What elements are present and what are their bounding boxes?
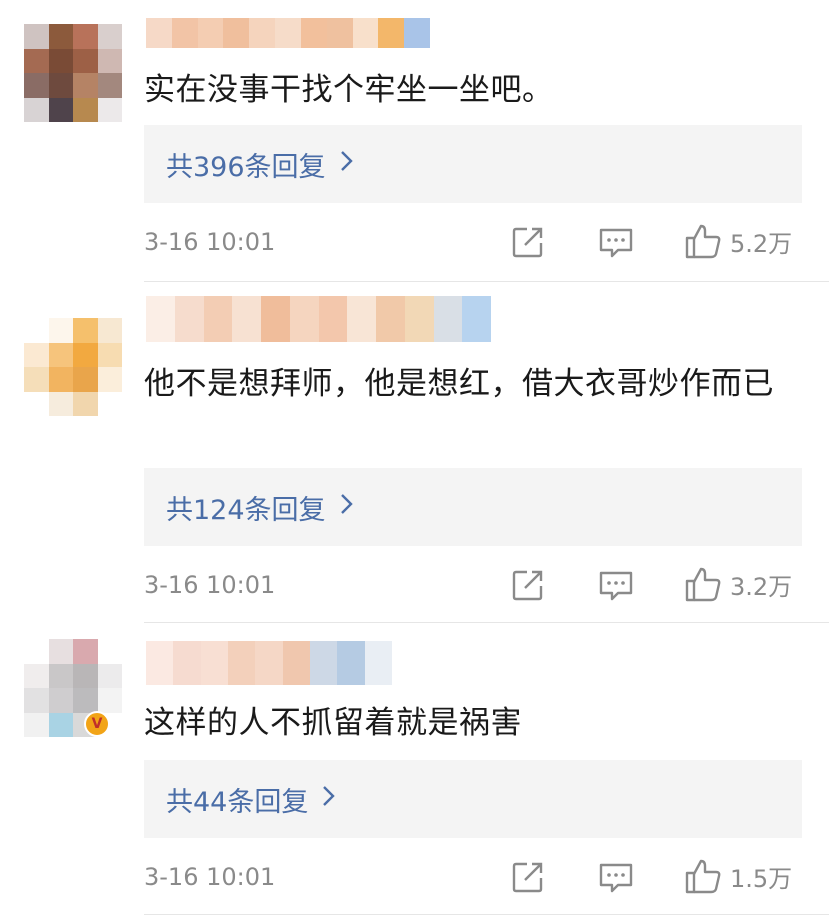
username-blurred[interactable]	[146, 18, 430, 48]
like-count: 5.2万	[730, 229, 793, 258]
thumbs-up-icon	[685, 859, 721, 894]
comment-item: 他不是想拜师，他是想红，借大衣哥炒作而已 共124条回复 3-16 10:01 …	[0, 282, 829, 622]
share-square-icon	[512, 570, 543, 601]
avatar[interactable]	[24, 318, 122, 416]
timestamp: 3-16 10:01	[144, 228, 276, 256]
like-button[interactable]: 3.2万	[684, 565, 792, 603]
comment-button[interactable]	[598, 569, 634, 603]
vip-verified-icon: V	[84, 711, 110, 737]
comment-text: 他不是想拜师，他是想红，借大衣哥炒作而已	[144, 366, 774, 402]
view-replies-button[interactable]: 共44条回复	[144, 760, 802, 838]
username-blurred[interactable]	[146, 296, 491, 342]
timestamp: 3-16 10:01	[144, 863, 276, 891]
reply-count-label: 共396条回复	[166, 151, 326, 183]
like-count: 1.5万	[730, 864, 793, 893]
chevron-right-icon	[340, 492, 354, 522]
repost-button[interactable]	[511, 568, 545, 602]
comment-bubble-icon	[599, 863, 633, 893]
like-count: 3.2万	[730, 572, 793, 601]
comment-text: 这样的人不抓留着就是祸害	[144, 705, 522, 741]
avatar[interactable]	[24, 24, 122, 122]
comment-bubble-icon	[599, 571, 633, 601]
comment-text: 实在没事干找个牢坐一坐吧。	[144, 72, 554, 108]
divider	[144, 914, 829, 915]
thumbs-up-icon	[685, 567, 721, 602]
reply-count-label: 共124条回复	[166, 494, 326, 526]
timestamp: 3-16 10:01	[144, 571, 276, 599]
comment-item: V 这样的人不抓留着就是祸害 共44条回复 3-16 10:01 1.5万	[0, 623, 829, 917]
view-replies-button[interactable]: 共124条回复	[144, 468, 802, 546]
comment-button[interactable]	[598, 861, 634, 895]
thumbs-up-icon	[685, 224, 721, 259]
view-replies-button[interactable]: 共396条回复	[144, 125, 802, 203]
chevron-right-icon	[340, 149, 354, 179]
reply-count-label: 共44条回复	[166, 786, 309, 818]
repost-button[interactable]	[511, 860, 545, 894]
like-button[interactable]: 1.5万	[684, 857, 792, 895]
comment-item: 实在没事干找个牢坐一坐吧。 共396条回复 3-16 10:01 5.2万	[0, 0, 829, 280]
share-square-icon	[512, 227, 543, 258]
share-square-icon	[512, 862, 543, 893]
username-blurred[interactable]	[146, 641, 392, 685]
chevron-right-icon	[322, 784, 336, 814]
comment-button[interactable]	[598, 226, 634, 260]
repost-button[interactable]	[511, 225, 545, 259]
like-button[interactable]: 5.2万	[684, 222, 792, 260]
comment-bubble-icon	[599, 228, 633, 258]
